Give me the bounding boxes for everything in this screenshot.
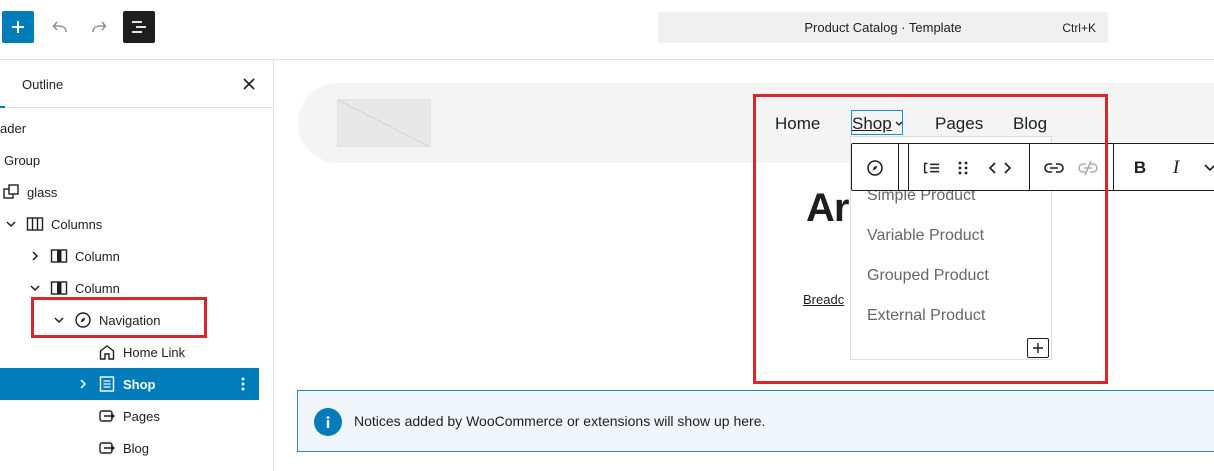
- list-item-pages[interactable]: Pages: [0, 400, 259, 432]
- submenu-item-variable-product[interactable]: Variable Product: [867, 227, 984, 245]
- plus-icon: [12, 21, 24, 33]
- list-item-group[interactable]: Group: [0, 144, 259, 176]
- tab-outline[interactable]: Outline: [22, 77, 63, 92]
- italic-label: I: [1172, 157, 1180, 178]
- navigation-icon: [75, 312, 91, 328]
- italic-button[interactable]: I: [1166, 157, 1186, 178]
- add-block-button[interactable]: [2, 11, 34, 43]
- columns-icon: [26, 217, 44, 231]
- chevron-down-icon: [1204, 164, 1214, 172]
- list-item-label: Columns: [51, 217, 103, 232]
- list-item-label: Home Link: [123, 345, 186, 360]
- list-item-label: Blog: [123, 441, 150, 456]
- options-icon[interactable]: [236, 376, 250, 392]
- block-type-button[interactable]: [865, 158, 885, 178]
- editor-canvas: Home Shop Pages Blog Ar Breadc Simple Pr…: [274, 60, 1214, 471]
- parent-menu-icon: [923, 162, 940, 174]
- list-item-column[interactable]: Column: [0, 240, 259, 272]
- list-item-label: ader: [0, 121, 27, 136]
- sidebar-header: Outline: [0, 60, 273, 108]
- list-item-navigation[interactable]: Navigation: [0, 304, 259, 336]
- submenu-item-external-product[interactable]: External Product: [867, 307, 985, 325]
- chevron-left-right-icon: [988, 162, 1012, 174]
- link-group: [1030, 144, 1114, 190]
- chevron-down-icon[interactable]: [29, 282, 41, 294]
- nav-link-shop[interactable]: Shop: [851, 110, 903, 135]
- bold-button[interactable]: B: [1130, 158, 1150, 178]
- home-icon: [99, 345, 115, 360]
- redo-icon: [92, 21, 107, 33]
- link-button[interactable]: [1044, 158, 1064, 178]
- list-item-label: Pages: [123, 409, 160, 424]
- list-item-label: glass: [27, 185, 58, 200]
- chevron-right-icon[interactable]: [29, 250, 41, 262]
- list-view-icon: [132, 21, 146, 33]
- list-item-label: Navigation: [99, 313, 161, 328]
- undo-icon: [52, 21, 67, 33]
- list-item-shop[interactable]: Shop: [0, 368, 259, 400]
- command-palette-bar[interactable]: Product Catalog · Template Ctrl+K: [658, 12, 1108, 43]
- redo-button[interactable]: [83, 11, 115, 43]
- document-overview-button[interactable]: [123, 11, 155, 43]
- tab-indicator: [0, 106, 5, 108]
- group-icon: [3, 184, 19, 199]
- custom-link-icon: [99, 410, 116, 422]
- more-formats-button[interactable]: [1200, 158, 1214, 178]
- info-icon: [314, 408, 342, 436]
- add-submenu-item-button[interactable]: [1027, 338, 1049, 358]
- navigation-icon: [867, 160, 883, 176]
- block-type-group: [852, 144, 899, 190]
- link-icon: [1044, 163, 1064, 173]
- list-item-home-link[interactable]: Home Link: [0, 336, 259, 368]
- column-icon: [50, 281, 68, 295]
- notice-text: Notices added by WooCommerce or extensio…: [354, 413, 766, 429]
- column-icon: [50, 249, 68, 263]
- unlink-button[interactable]: [1078, 158, 1098, 178]
- chevron-down-icon: [895, 121, 903, 126]
- store-notice: Notices added by WooCommerce or extensio…: [297, 390, 1214, 452]
- list-item-label: Column: [75, 281, 120, 296]
- chevron-down-icon[interactable]: [5, 218, 17, 230]
- archive-heading[interactable]: Ar: [806, 186, 849, 231]
- nav-link-label: Shop: [852, 114, 892, 133]
- move-button[interactable]: [987, 158, 1013, 178]
- nav-link-home[interactable]: Home: [775, 114, 820, 134]
- submenu-item-grouped-product[interactable]: Grouped Product: [867, 267, 989, 285]
- list-item-label: Shop: [123, 377, 156, 392]
- bold-label: B: [1133, 158, 1147, 177]
- submenu-icon: [99, 376, 115, 392]
- drag-handle[interactable]: [953, 158, 973, 178]
- list-item-columns[interactable]: Columns: [0, 208, 259, 240]
- nav-link-pages[interactable]: Pages: [935, 114, 983, 134]
- block-tools-group: [908, 144, 1030, 190]
- list-item-label: Column: [75, 249, 120, 264]
- command-shortcut: Ctrl+K: [1062, 21, 1096, 35]
- undo-button[interactable]: [44, 11, 76, 43]
- list-item-header[interactable]: ader: [0, 112, 259, 144]
- logo-placeholder-icon: [338, 100, 430, 146]
- unlink-icon: [1078, 160, 1098, 176]
- list-item-label: Group: [4, 153, 41, 168]
- outline-sidebar: Outline ader Group glass Columns Column …: [0, 60, 274, 471]
- chevron-right-icon[interactable]: [77, 378, 89, 390]
- custom-link-icon: [99, 442, 116, 454]
- close-icon[interactable]: [239, 74, 259, 94]
- select-parent-button[interactable]: [921, 158, 941, 178]
- list-item-glass[interactable]: glass: [0, 176, 259, 208]
- list-item-column[interactable]: Column: [0, 272, 259, 304]
- breadcrumb[interactable]: Breadc: [803, 292, 844, 307]
- chevron-down-icon[interactable]: [53, 314, 65, 326]
- template-title: Product Catalog · Template: [804, 20, 962, 35]
- drag-handle-icon: [958, 161, 968, 175]
- site-logo-placeholder[interactable]: [337, 99, 431, 147]
- top-toolbar: Product Catalog · Template Ctrl+K: [0, 0, 1214, 60]
- block-toolbar: B I: [851, 143, 1214, 191]
- list-item-blog[interactable]: Blog: [0, 432, 259, 464]
- nav-link-blog[interactable]: Blog: [1013, 114, 1047, 134]
- plus-icon: [1033, 343, 1043, 353]
